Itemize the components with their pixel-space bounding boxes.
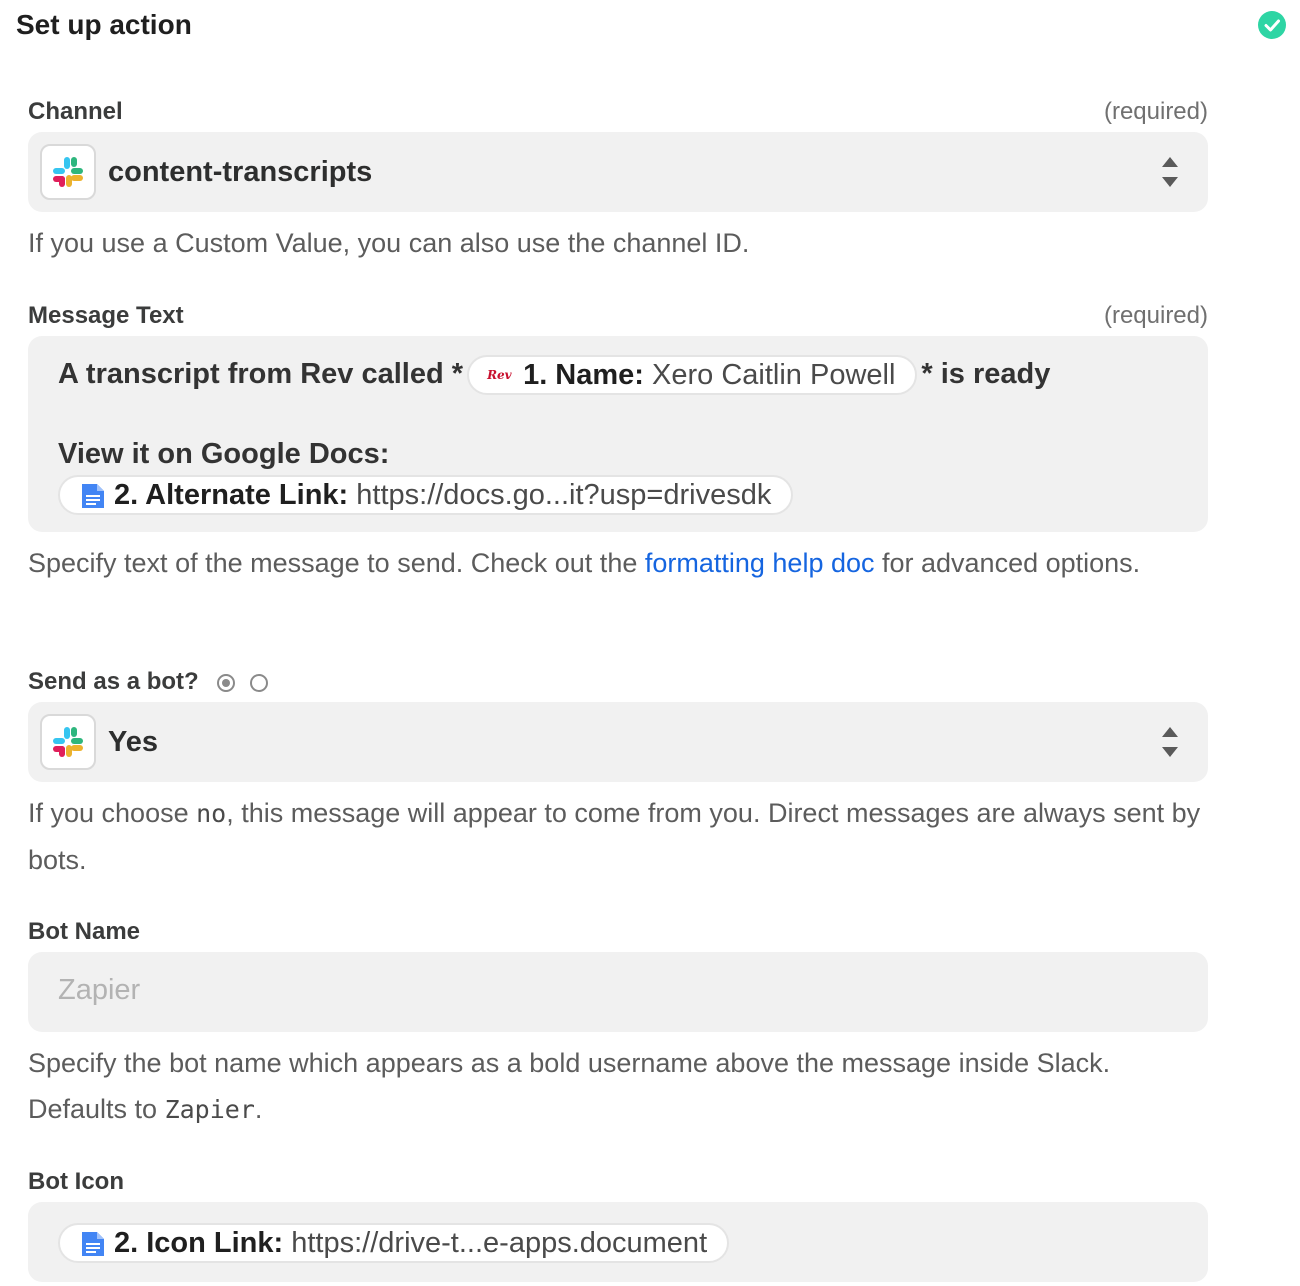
bot-name-label: Bot Name: [28, 918, 141, 945]
bot-name-input[interactable]: Zapier: [28, 952, 1208, 1032]
message-line-1-prefix: A transcript from Rev called *: [58, 358, 464, 390]
send-as-bot-value: Yes: [108, 726, 158, 758]
bot-name-placeholder: Zapier: [58, 974, 141, 1006]
message-help-text-end: for advanced options.: [874, 548, 1141, 578]
message-required: (required): [1103, 302, 1208, 329]
bot-name-help-text-end: .: [254, 1094, 263, 1124]
message-line-3: 2. Alternate Link: https://docs.go...it?…: [58, 474, 794, 516]
radio-unselected[interactable]: [250, 673, 269, 692]
channel-select[interactable]: content-transcripts: [28, 132, 1208, 212]
name-field-pill[interactable]: Rev 1. Name: Xero Caitlin Powell: [467, 355, 918, 396]
code-no: no: [196, 799, 227, 828]
code-zapier: Zapier: [164, 1095, 255, 1124]
send-as-bot-field: Send as a bot? Yes If you choose no, thi…: [28, 666, 1208, 883]
channel-label: Channel: [28, 98, 123, 125]
message-input[interactable]: A transcript from Rev called * Rev 1. Name…: [28, 336, 1208, 532]
bot-icon-line: 2. Icon Link: https://drive-t...e-apps.d…: [58, 1222, 730, 1264]
formatting-help-link[interactable]: formatting help doc: [645, 548, 875, 578]
sort-arrows-icon: [1160, 724, 1180, 760]
bot-icon-field: Bot Icon 2. Icon Link: https://drive-t..…: [28, 1166, 1208, 1282]
icon-link-pill[interactable]: 2. Icon Link: https://drive-t...e-apps.d…: [58, 1223, 730, 1264]
rev-icon: Rev: [487, 368, 512, 383]
message-line-2: View it on Google Docs:: [58, 438, 390, 470]
bot-icon-label: Bot Icon: [28, 1168, 124, 1195]
message-field: Message Text (required) A transcript fro…: [28, 300, 1208, 586]
check-circle-icon: [1258, 11, 1286, 39]
send-as-bot-label-text: Send as a bot?: [28, 668, 199, 695]
send-as-bot-help: If you choose no, this message will appe…: [28, 790, 1208, 883]
channel-help: If you use a Custom Value, you can also …: [28, 228, 750, 258]
google-docs-icon: [82, 484, 104, 509]
message-line-1: A transcript from Rev called * Rev 1. Name…: [58, 354, 1051, 396]
pill-key: 2. Alternate Link:: [114, 479, 349, 512]
google-docs-icon: [82, 1232, 104, 1257]
alternate-link-pill[interactable]: 2. Alternate Link: https://docs.go...it?…: [58, 475, 794, 516]
pill-key: 1. Name:: [523, 359, 644, 392]
section-title: Set up action: [16, 9, 192, 40]
sort-arrows-icon: [1160, 154, 1180, 190]
message-line-1-suffix: * is ready: [921, 358, 1051, 390]
send-as-bot-label: Send as a bot?: [28, 666, 269, 698]
pill-value: Xero Caitlin Powell: [652, 359, 896, 392]
radio-selected[interactable]: [217, 673, 236, 692]
message-help: Specify text of the message to send. Che…: [28, 540, 1208, 586]
bot-icon-input[interactable]: 2. Icon Link: https://drive-t...e-apps.d…: [28, 1202, 1208, 1282]
channel-required: (required): [1103, 98, 1208, 125]
pill-value: https://drive-t...e-apps.document: [291, 1227, 708, 1260]
pill-value: https://docs.go...it?usp=drivesdk: [356, 479, 772, 512]
message-help-text: Specify text of the message to send. Che…: [28, 548, 645, 578]
slack-icon: [40, 714, 96, 770]
message-label: Message Text: [28, 302, 184, 329]
slack-icon: [40, 144, 96, 200]
bot-name-field: Bot Name Zapier Specify the bot name whi…: [28, 916, 1208, 1133]
section-header: Set up action: [16, 6, 1286, 46]
send-as-bot-select[interactable]: Yes: [28, 702, 1208, 782]
channel-value: content-transcripts: [108, 156, 373, 188]
pill-key: 2. Icon Link:: [114, 1227, 284, 1260]
send-as-bot-help-text: If you choose: [28, 798, 197, 828]
channel-field: Channel (required) content-transcripts I…: [28, 96, 1208, 266]
bot-name-help: Specify the bot name which appears as a …: [28, 1040, 1208, 1133]
